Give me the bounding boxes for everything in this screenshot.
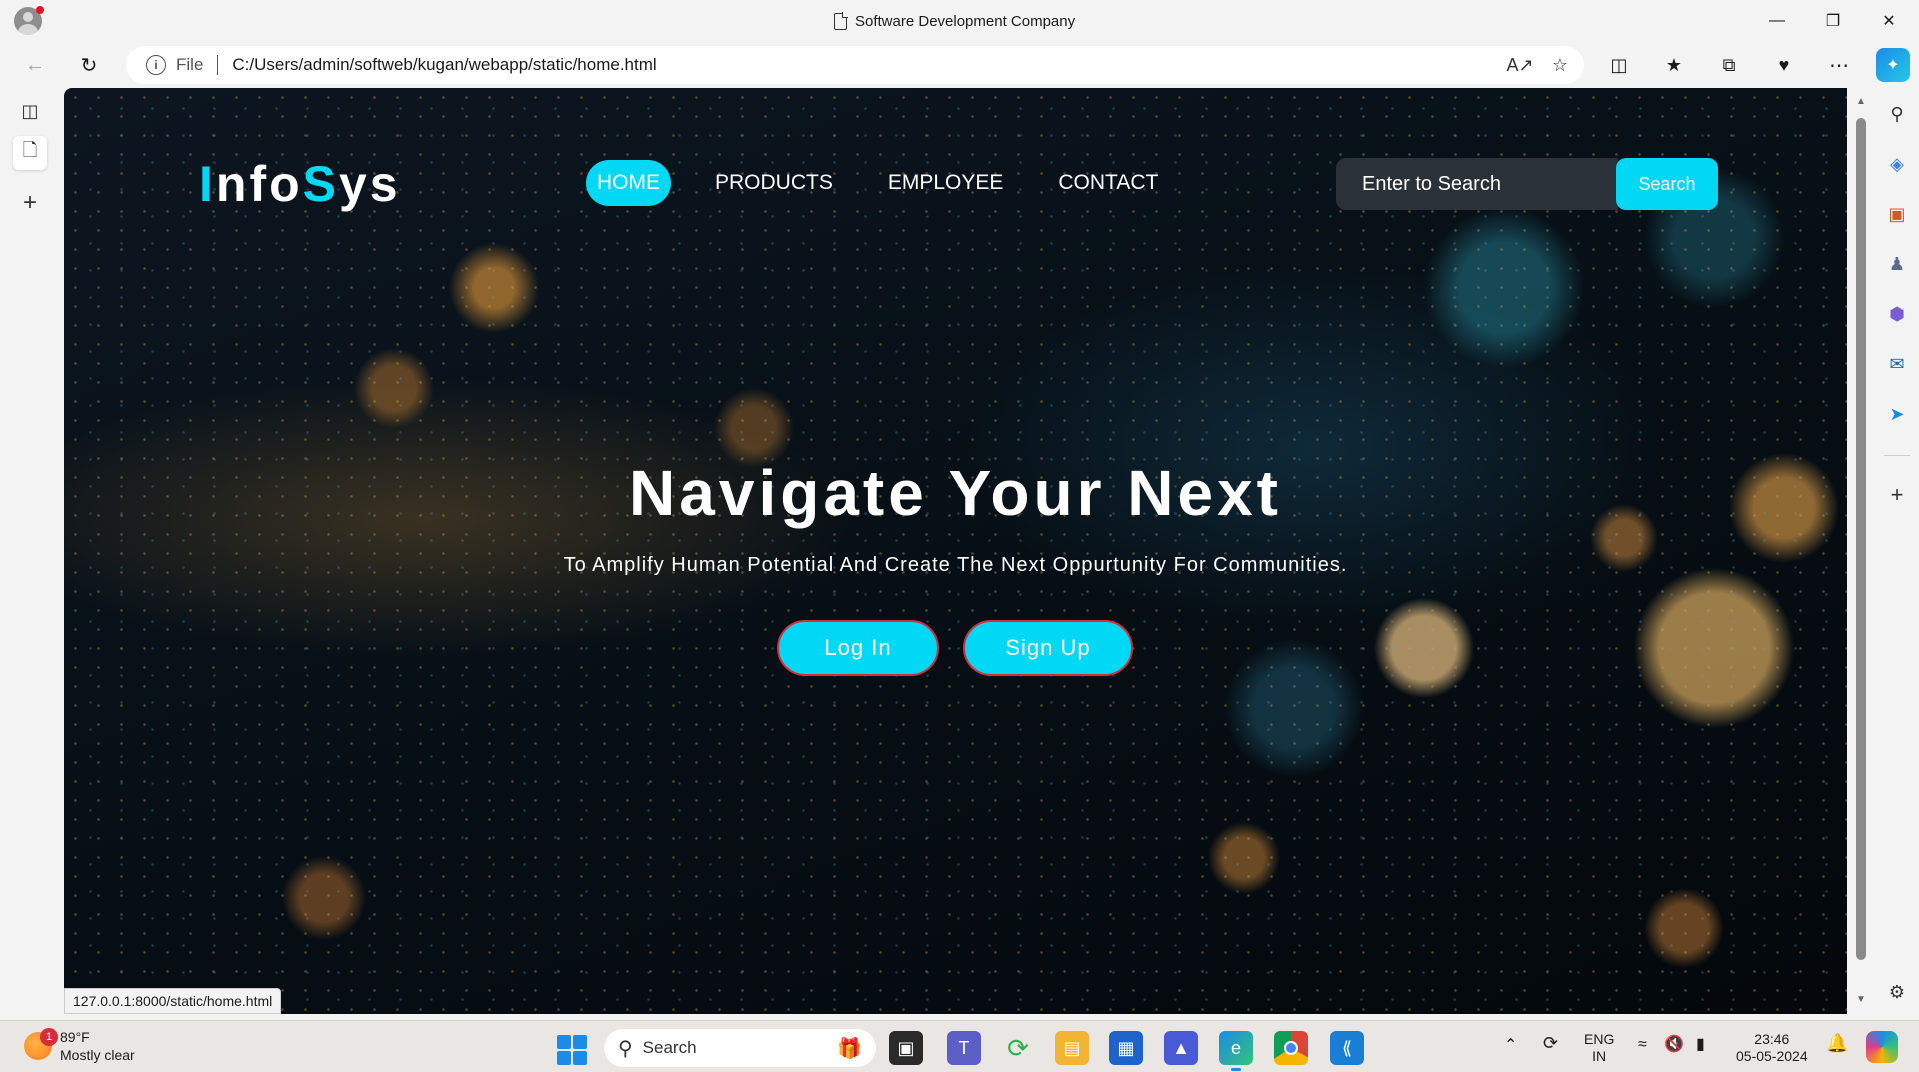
edge-sidebar: ⚲ ◈ ▣ ♟ ⬢ ✉ ➤ + ⚙: [1874, 87, 1919, 1017]
sidebar-settings-icon[interactable]: ⚙: [1882, 977, 1912, 1007]
logo-text-ys: ys: [339, 156, 401, 212]
sync-icon[interactable]: ⟳: [1543, 1034, 1558, 1052]
language-line2: IN: [1592, 1048, 1607, 1064]
shopping-tag-icon[interactable]: ◈: [1882, 149, 1912, 179]
volume-muted-icon[interactable]: 🔇: [1664, 1036, 1684, 1053]
teams-icon[interactable]: T: [947, 1031, 981, 1065]
more-menu-icon[interactable]: ⋯: [1822, 48, 1856, 82]
search-input[interactable]: [1336, 158, 1618, 210]
hero-subtitle: To Amplify Human Potential And Create Th…: [563, 554, 1348, 576]
document-icon: [834, 12, 848, 30]
weather-badge: 1: [40, 1028, 58, 1046]
search-highlight-icon: 🎁: [837, 1037, 862, 1060]
browser-title-bar: Software Development Company — ❐ ✕: [0, 0, 1919, 41]
games-icon[interactable]: ♟: [1882, 249, 1912, 279]
info-icon[interactable]: i: [146, 55, 166, 75]
copilot-taskbar-icon[interactable]: [1866, 1031, 1898, 1063]
site-search: Search: [1336, 158, 1720, 210]
copilot-icon[interactable]: ✦: [1876, 48, 1910, 82]
notification-bell-icon[interactable]: 🔔: [1826, 1034, 1848, 1052]
nav-home[interactable]: HOME: [586, 160, 671, 206]
scroll-down-arrow[interactable]: ▼: [1854, 992, 1868, 1006]
file-explorer-icon[interactable]: ▤: [1055, 1031, 1089, 1065]
favorite-star-icon[interactable]: ☆: [1544, 50, 1576, 80]
login-button[interactable]: Log In: [777, 620, 939, 676]
clock-date: 05-05-2024: [1736, 1048, 1808, 1064]
page-scrollbar[interactable]: ▲ ▼: [1848, 88, 1874, 1014]
link-status-bar: 127.0.0.1:8000/static/home.html: [64, 988, 282, 1014]
nav-contact[interactable]: CONTACT: [1047, 160, 1169, 206]
page-viewport: InfoSys HOME PRODUCTS EMPLOYEE CONTACT S…: [64, 88, 1847, 1014]
edge-browser-icon[interactable]: e: [1219, 1031, 1253, 1071]
address-url[interactable]: C:/Users/admin/softweb/kugan/webapp/stat…: [232, 55, 656, 75]
browser-essentials-icon[interactable]: ♥: [1767, 48, 1801, 82]
address-bar[interactable]: i File C:/Users/admin/softweb/kugan/weba…: [126, 46, 1584, 84]
new-tab-icon[interactable]: +: [13, 186, 47, 220]
logo-text-nfo: nfo: [215, 156, 303, 212]
address-scheme: File: [176, 55, 204, 74]
microsoft-365-icon[interactable]: ⬢: [1882, 299, 1912, 329]
weather-condition: Mostly clear: [60, 1047, 135, 1063]
refresh-app-icon[interactable]: ⟳: [1001, 1031, 1035, 1065]
taskbar-search-label: Search: [642, 1038, 697, 1057]
app-launcher-icon[interactable]: ▲: [1164, 1031, 1198, 1065]
address-divider: [217, 55, 219, 75]
store-icon[interactable]: ▦: [1109, 1031, 1143, 1065]
site-logo[interactable]: InfoSys: [199, 155, 401, 213]
logo-letter-s: S: [302, 156, 339, 212]
vertical-tabs-sidebar: ◫ 🗋 +: [0, 87, 62, 1017]
language-line1: ENG: [1584, 1031, 1615, 1047]
scroll-thumb[interactable]: [1856, 118, 1866, 960]
sidebar-divider: [1884, 455, 1910, 456]
browser-toolbar: ← ↻ i File C:/Users/admin/softweb/kugan/…: [0, 41, 1919, 87]
current-tab-icon[interactable]: 🗋: [13, 136, 47, 170]
notification-dot: [36, 6, 44, 14]
windows-taskbar: 1 89°F Mostly clear ⚲ Search 🎁 ▣ T ⟳ ▤ ▦…: [0, 1020, 1919, 1072]
logo-letter-i: I: [199, 156, 216, 212]
weather-sun-icon: 1: [24, 1028, 58, 1060]
signup-button[interactable]: Sign Up: [963, 620, 1133, 676]
tab-actions-icon[interactable]: ◫: [13, 94, 47, 128]
favorites-icon[interactable]: ★: [1657, 48, 1691, 82]
taskbar-search[interactable]: ⚲ Search 🎁: [604, 1029, 876, 1067]
nav-employee[interactable]: EMPLOYEE: [877, 160, 1015, 206]
taskbar-search-icon: ⚲: [618, 1037, 633, 1060]
task-view-icon[interactable]: ▣: [889, 1031, 923, 1065]
clock-time: 23:46: [1754, 1031, 1790, 1047]
hero-actions: Log In Sign Up: [777, 620, 1133, 676]
back-button[interactable]: ←: [18, 48, 52, 82]
send-icon[interactable]: ➤: [1882, 399, 1912, 429]
vscode-icon[interactable]: ⟪: [1330, 1031, 1364, 1065]
battery-icon[interactable]: ▮: [1696, 1036, 1705, 1053]
wifi-icon[interactable]: ≈: [1638, 1036, 1647, 1053]
collections-icon[interactable]: ⧉: [1712, 48, 1746, 82]
outlook-icon[interactable]: ✉: [1882, 349, 1912, 379]
search-button[interactable]: Search: [1616, 158, 1718, 210]
hero-title: Navigate Your Next: [629, 457, 1282, 529]
close-window-button[interactable]: ✕: [1861, 0, 1917, 41]
weather-widget[interactable]: 1 89°F Mostly clear: [24, 1028, 135, 1064]
main-nav: HOME PRODUCTS EMPLOYEE CONTACT: [586, 160, 1202, 206]
nav-products[interactable]: PRODUCTS: [704, 160, 844, 206]
chrome-icon[interactable]: [1274, 1031, 1308, 1065]
tools-icon[interactable]: ▣: [1882, 199, 1912, 229]
tab-title[interactable]: Software Development Company: [834, 10, 1075, 32]
language-indicator[interactable]: ENG IN: [1584, 1031, 1614, 1065]
minimize-button[interactable]: —: [1749, 0, 1805, 41]
split-screen-icon[interactable]: ◫: [1602, 48, 1636, 82]
read-aloud-icon[interactable]: A↗: [1504, 50, 1536, 80]
scroll-up-arrow[interactable]: ▲: [1854, 94, 1868, 108]
add-sidebar-app-icon[interactable]: +: [1882, 480, 1912, 510]
clock[interactable]: 23:46 05-05-2024: [1736, 1031, 1808, 1065]
refresh-button[interactable]: ↻: [72, 48, 106, 82]
weather-temp: 89°F: [60, 1029, 90, 1045]
sidebar-search-icon[interactable]: ⚲: [1882, 99, 1912, 129]
tab-title-text: Software Development Company: [855, 12, 1076, 30]
start-button[interactable]: [557, 1035, 587, 1065]
tray-expand-icon[interactable]: ⌃: [1504, 1037, 1517, 1054]
restore-button[interactable]: ❐: [1805, 0, 1861, 41]
